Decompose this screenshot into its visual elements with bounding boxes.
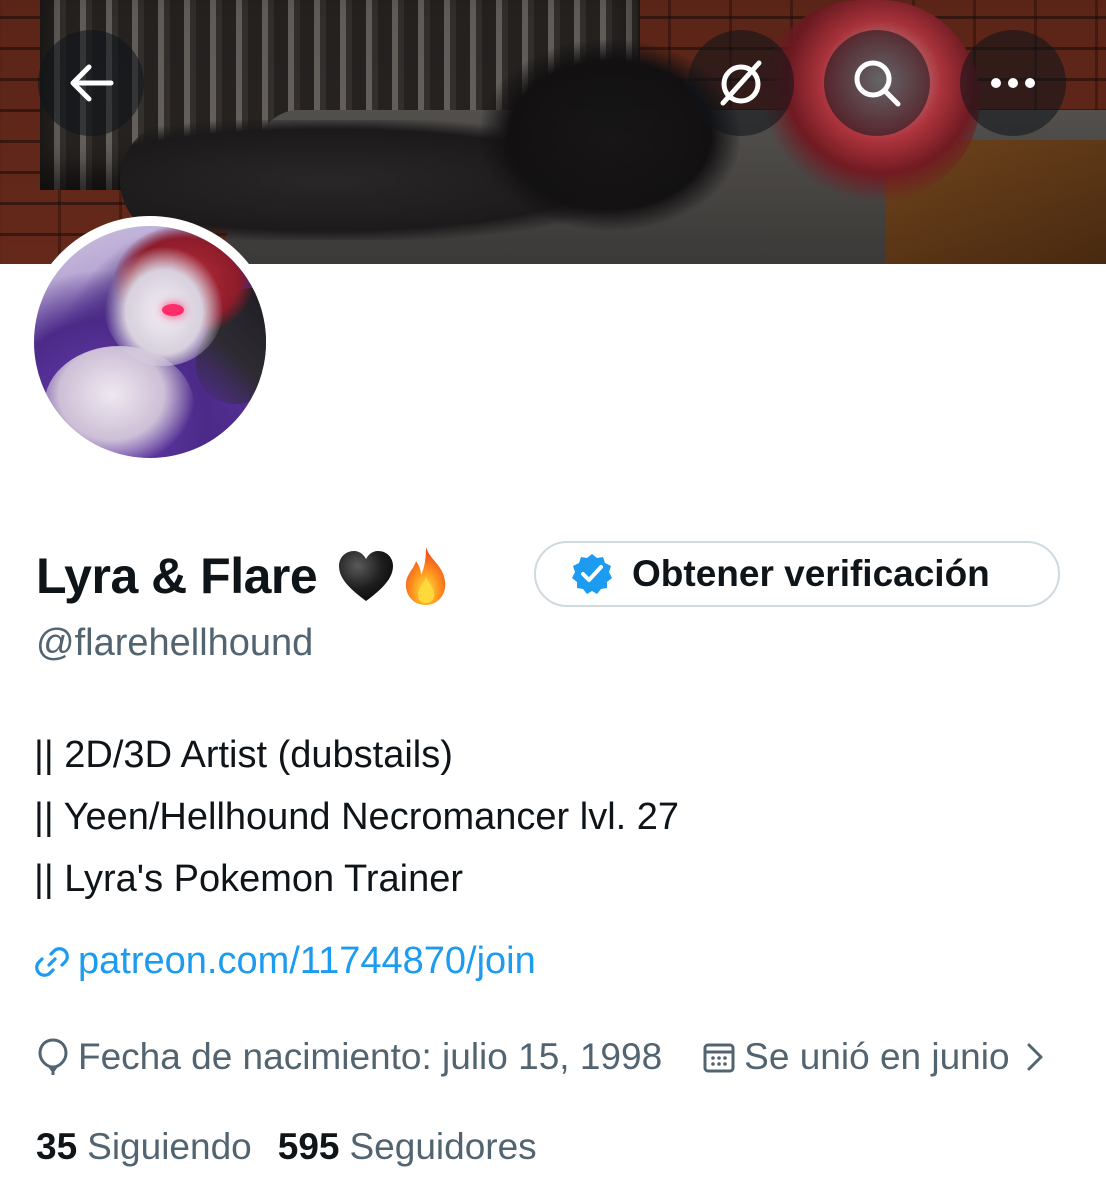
fire-icon: [406, 547, 446, 605]
followers-count: 595: [277, 1126, 340, 1167]
joined-date-item[interactable]: Se unió en junio: [702, 1036, 1051, 1078]
birthday-text: Fecha de nacimiento: julio 15, 1998: [78, 1036, 663, 1077]
link-icon: [35, 946, 69, 977]
user-handle: @flarehellhound: [36, 622, 314, 664]
grok-icon: [715, 57, 767, 109]
bio-line: || Yeen/Hellhound Necromancer lvl. 27: [34, 796, 680, 838]
calendar-icon: [703, 1043, 735, 1073]
get-verified-button[interactable]: Obtener verificación: [534, 541, 1060, 607]
more-horizontal-icon: [989, 76, 1037, 90]
website-link[interactable]: patreon.com/11744870/join: [34, 940, 536, 983]
follow-stats: 35 Siguiendo 595 Seguidores: [36, 1126, 537, 1168]
black-heart-icon: [339, 551, 394, 601]
bio-line: || 2D/3D Artist (dubstails): [34, 734, 453, 776]
get-verified-label: Obtener verificación: [632, 553, 990, 594]
avatar-image: [34, 226, 266, 458]
followers-stat[interactable]: 595 Seguidores: [278, 1126, 537, 1168]
birthday-item: Fecha de nacimiento: julio 15, 1998: [36, 1036, 662, 1078]
followers-label: Seguidores: [349, 1126, 537, 1167]
arrow-left-icon: [67, 63, 115, 103]
following-stat[interactable]: 35 Siguiendo: [36, 1126, 252, 1168]
website-link-text[interactable]: patreon.com/11744870/join: [78, 940, 536, 983]
chevron-right-icon: [1027, 1043, 1043, 1071]
balloon-icon: [38, 1038, 68, 1075]
verified-badge-icon: [570, 552, 614, 596]
grok-button[interactable]: [688, 30, 794, 136]
profile-meta: Fecha de nacimiento: julio 15, 1998 Se u…: [36, 1032, 1052, 1082]
avatar[interactable]: [24, 216, 276, 468]
search-icon: [851, 57, 903, 109]
search-button[interactable]: [824, 30, 930, 136]
following-count: 35: [36, 1126, 78, 1167]
bio: || 2D/3D Artist (dubstails) || Yeen/Hell…: [34, 724, 679, 910]
bio-line: || Lyra's Pokemon Trainer: [34, 858, 463, 900]
following-label: Siguiendo: [87, 1126, 252, 1167]
more-options-button[interactable]: [960, 30, 1066, 136]
joined-date-text: Se unió en junio: [744, 1036, 1010, 1077]
display-name: Lyra & Flare: [36, 548, 318, 604]
name-row: Lyra & Flare 🖤 🔥: [36, 540, 453, 612]
back-button[interactable]: [38, 30, 144, 136]
profile-page: Lyra & Flare 🖤 🔥: [0, 0, 1106, 1200]
